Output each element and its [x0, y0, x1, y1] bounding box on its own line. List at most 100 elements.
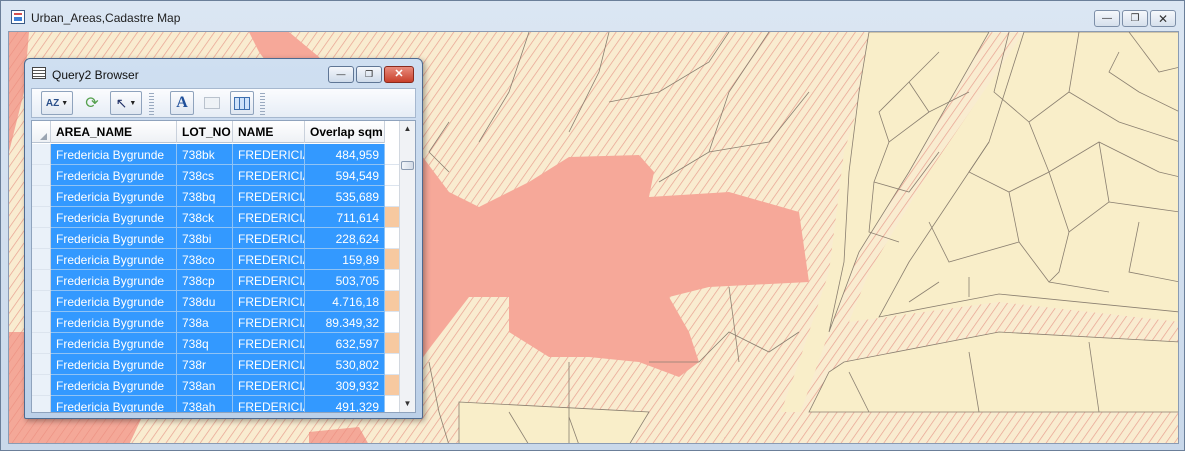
table-row[interactable]: Fredericia Bygrunde 738cs FREDERICIA 594… [32, 165, 399, 186]
row-header[interactable] [32, 312, 51, 333]
cell-name[interactable]: FREDERICIA [233, 186, 305, 207]
cell-lot-no[interactable]: 738co [177, 249, 233, 270]
cell-area-name[interactable]: Fredericia Bygrunde [51, 165, 177, 186]
qb-restore-button[interactable]: ❐ [356, 66, 382, 83]
map-titlebar[interactable]: Urban_Areas,Cadastre Map — ❐ ✕ [1, 1, 1184, 31]
cell-area-name[interactable]: Fredericia Bygrunde [51, 396, 177, 412]
row-header[interactable] [32, 375, 51, 396]
cell-name[interactable]: FREDERICIA [233, 144, 305, 165]
font-style-button[interactable]: A [170, 91, 194, 115]
table-row[interactable]: Fredericia Bygrunde 738an FREDERICIA 309… [32, 375, 399, 396]
cell-name[interactable]: FREDERICIA [233, 354, 305, 375]
row-header[interactable] [32, 186, 51, 207]
results-grid[interactable]: AREA_NAME LOT_NO NAME Overlap sqm Freder… [31, 120, 416, 413]
grid-select-all[interactable] [32, 121, 51, 143]
cell-area-name[interactable]: Fredericia Bygrunde [51, 144, 177, 165]
cell-lot-no[interactable]: 738a [177, 312, 233, 333]
cell-area-name[interactable]: Fredericia Bygrunde [51, 270, 177, 291]
cell-name[interactable]: FREDERICIA [233, 312, 305, 333]
cell-lot-no[interactable]: 738bi [177, 228, 233, 249]
cell-name[interactable]: FREDERICIA [233, 396, 305, 412]
cell-overlap[interactable]: 159,89 [305, 249, 385, 270]
qb-minimize-button[interactable]: — [328, 66, 354, 83]
cell-lot-no[interactable]: 738bq [177, 186, 233, 207]
cell-area-name[interactable]: Fredericia Bygrunde [51, 375, 177, 396]
row-header[interactable] [32, 249, 51, 270]
cell-name[interactable]: FREDERICIA [233, 291, 305, 312]
table-row[interactable]: Fredericia Bygrunde 738a FREDERICIA 89.3… [32, 312, 399, 333]
cell-overlap[interactable]: 4.716,18 [305, 291, 385, 312]
scroll-down-icon[interactable]: ▼ [400, 396, 415, 412]
cell-lot-no[interactable]: 738ck [177, 207, 233, 228]
cell-area-name[interactable]: Fredericia Bygrunde [51, 249, 177, 270]
cell-name[interactable]: FREDERICIA [233, 333, 305, 354]
column-header-area-name[interactable]: AREA_NAME [51, 121, 177, 143]
cell-name[interactable]: FREDERICIA [233, 207, 305, 228]
map-restore-button[interactable]: ❐ [1122, 10, 1148, 27]
cell-overlap[interactable]: 491,329 [305, 396, 385, 412]
row-header[interactable] [32, 354, 51, 375]
cell-overlap[interactable]: 228,624 [305, 228, 385, 249]
map-minimize-button[interactable]: — [1094, 10, 1120, 27]
cell-area-name[interactable]: Fredericia Bygrunde [51, 312, 177, 333]
table-row[interactable]: Fredericia Bygrunde 738q FREDERICIA 632,… [32, 333, 399, 354]
cell-name[interactable]: FREDERICIA [233, 270, 305, 291]
table-row[interactable]: Fredericia Bygrunde 738ck FREDERICIA 711… [32, 207, 399, 228]
table-row[interactable]: Fredericia Bygrunde 738bk FREDERICIA 484… [32, 144, 399, 165]
table-row[interactable]: Fredericia Bygrunde 738bi FREDERICIA 228… [32, 228, 399, 249]
cell-lot-no[interactable]: 738q [177, 333, 233, 354]
row-header[interactable] [32, 207, 51, 228]
row-header[interactable] [32, 165, 51, 186]
table-row[interactable]: Fredericia Bygrunde 738du FREDERICIA 4.7… [32, 291, 399, 312]
cell-overlap[interactable]: 484,959 [305, 144, 385, 165]
row-header[interactable] [32, 228, 51, 249]
sort-button[interactable]: AZ ▼ [41, 91, 73, 115]
refresh-button[interactable]: ⟳ [80, 91, 104, 115]
scroll-thumb[interactable] [401, 161, 414, 170]
add-row-button[interactable] [200, 91, 224, 115]
row-header[interactable] [32, 144, 51, 165]
cell-overlap[interactable]: 503,705 [305, 270, 385, 291]
columns-button[interactable] [230, 91, 254, 115]
table-row[interactable]: Fredericia Bygrunde 738bq FREDERICIA 535… [32, 186, 399, 207]
table-row[interactable]: Fredericia Bygrunde 738co FREDERICIA 159… [32, 249, 399, 270]
column-header-lot-no[interactable]: LOT_NO [177, 121, 233, 143]
scroll-up-icon[interactable]: ▲ [400, 121, 415, 137]
cell-overlap[interactable]: 594,549 [305, 165, 385, 186]
cell-lot-no[interactable]: 738bk [177, 144, 233, 165]
cell-lot-no[interactable]: 738an [177, 375, 233, 396]
query-browser-titlebar[interactable]: Query2 Browser — ❐ ✕ [25, 59, 422, 87]
table-row[interactable]: Fredericia Bygrunde 738cp FREDERICIA 503… [32, 270, 399, 291]
cell-name[interactable]: FREDERICIA [233, 375, 305, 396]
cell-lot-no[interactable]: 738r [177, 354, 233, 375]
row-header[interactable] [32, 270, 51, 291]
qb-close-button[interactable]: ✕ [384, 66, 414, 83]
cell-name[interactable]: FREDERICIA [233, 249, 305, 270]
select-tool-button[interactable]: ↖ ▼ [110, 91, 142, 115]
cell-overlap[interactable]: 711,614 [305, 207, 385, 228]
cell-name[interactable]: FREDERICIA [233, 228, 305, 249]
cell-lot-no[interactable]: 738cs [177, 165, 233, 186]
cell-overlap[interactable]: 89.349,32 [305, 312, 385, 333]
cell-overlap[interactable]: 309,932 [305, 375, 385, 396]
column-header-name[interactable]: NAME [233, 121, 305, 143]
cell-area-name[interactable]: Fredericia Bygrunde [51, 228, 177, 249]
table-row[interactable]: Fredericia Bygrunde 738r FREDERICIA 530,… [32, 354, 399, 375]
cell-area-name[interactable]: Fredericia Bygrunde [51, 207, 177, 228]
table-row[interactable]: Fredericia Bygrunde 738ah FREDERICIA 491… [32, 396, 399, 412]
cell-lot-no[interactable]: 738cp [177, 270, 233, 291]
cell-overlap[interactable]: 632,597 [305, 333, 385, 354]
cell-overlap[interactable]: 535,689 [305, 186, 385, 207]
cell-area-name[interactable]: Fredericia Bygrunde [51, 354, 177, 375]
map-close-button[interactable]: ✕ [1150, 10, 1176, 27]
vertical-scrollbar[interactable]: ▲ ▼ [399, 121, 415, 412]
column-header-overlap[interactable]: Overlap sqm [305, 121, 385, 143]
cell-lot-no[interactable]: 738ah [177, 396, 233, 412]
cell-lot-no[interactable]: 738du [177, 291, 233, 312]
cell-overlap[interactable]: 530,802 [305, 354, 385, 375]
row-header[interactable] [32, 291, 51, 312]
cell-area-name[interactable]: Fredericia Bygrunde [51, 333, 177, 354]
toolbar-grip-2[interactable] [260, 93, 265, 115]
cell-area-name[interactable]: Fredericia Bygrunde [51, 291, 177, 312]
toolbar-grip[interactable] [149, 93, 154, 115]
